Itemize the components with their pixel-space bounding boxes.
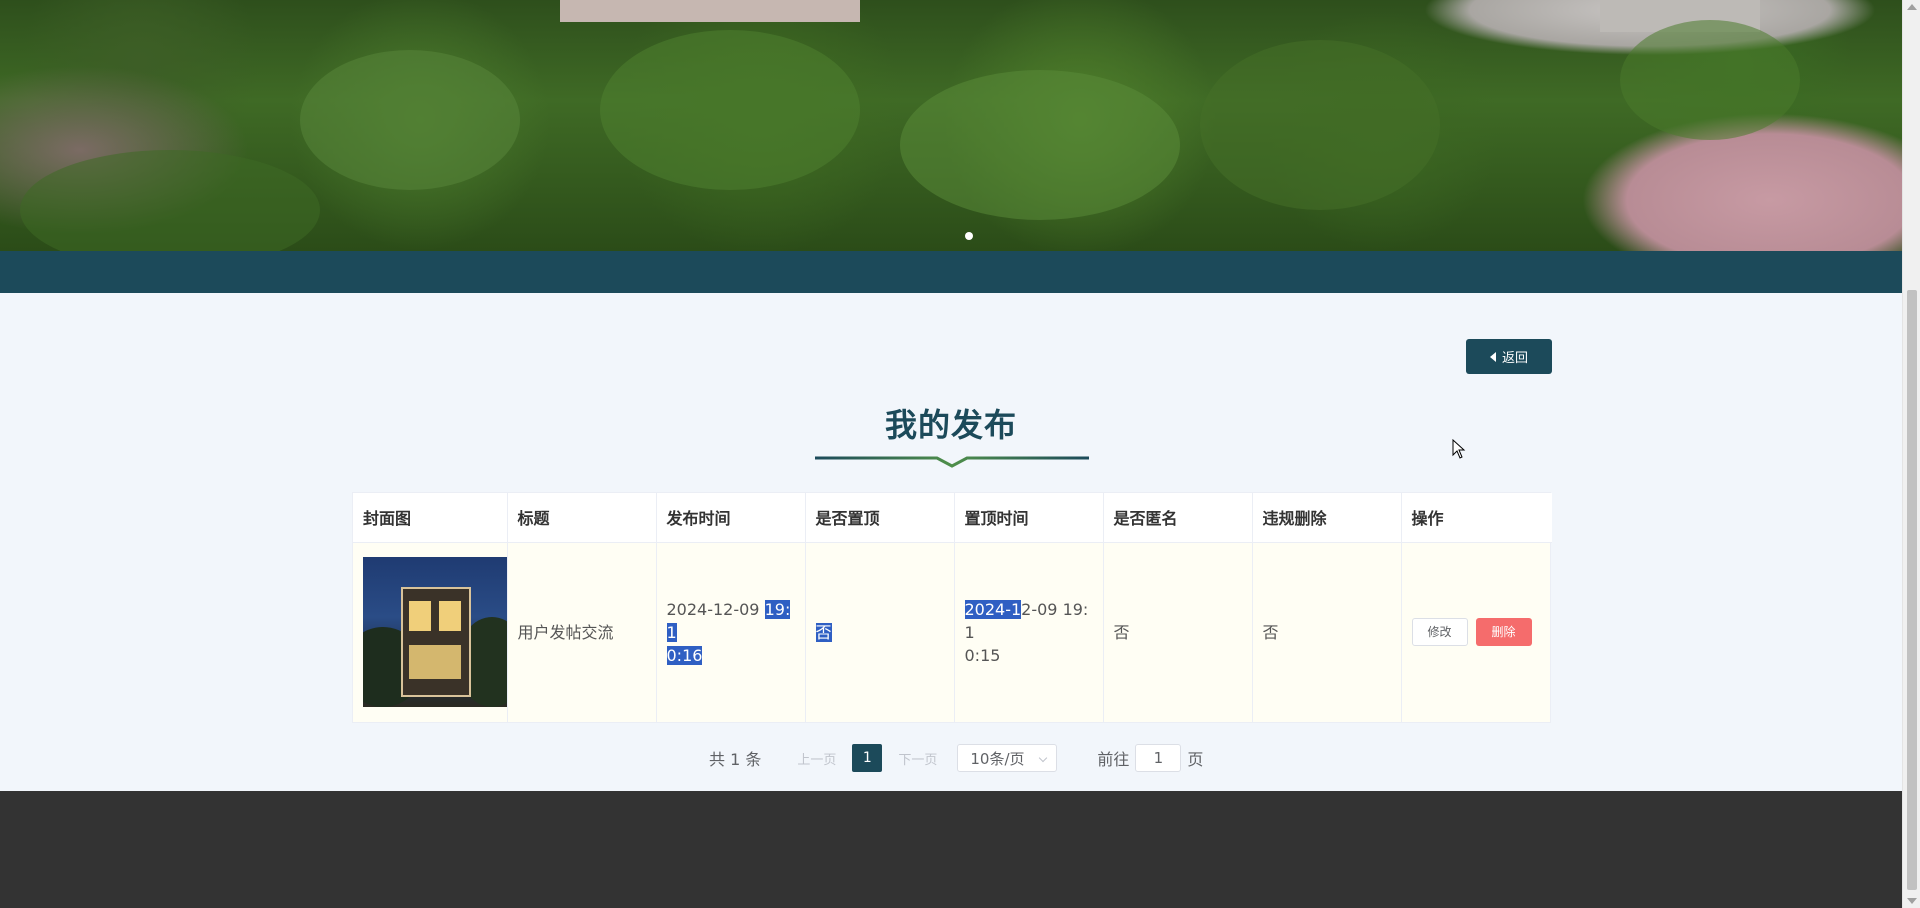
- caret-left-icon: [1489, 351, 1496, 362]
- publish-time: 2024-12-09 19:1 0:16: [656, 542, 806, 722]
- pagination: 共 1 条 上一页 1 下一页 10条/页 前往 页: [709, 744, 1203, 772]
- edit-button[interactable]: 修改: [1411, 618, 1468, 647]
- page-scrollbar[interactable]: [1902, 0, 1920, 908]
- back-button-label: 返回: [1501, 351, 1528, 366]
- scroll-up-icon[interactable]: [1907, 4, 1917, 10]
- column-header: 是否置顶: [805, 493, 955, 543]
- delete-button[interactable]: 删除: [1475, 618, 1532, 647]
- scroll-thumb[interactable]: [1907, 290, 1917, 890]
- title-underline: [815, 456, 1089, 468]
- pin-time-part: 2024-1: [964, 599, 1022, 619]
- scroll-down-icon[interactable]: [1907, 898, 1917, 904]
- cover-image[interactable]: [363, 557, 507, 708]
- page-suffix: 页: [1187, 750, 1204, 769]
- mouse-cursor-icon: [1452, 439, 1466, 459]
- goto-page-input[interactable]: [1135, 744, 1182, 772]
- back-button[interactable]: 返回: [1466, 339, 1552, 374]
- page-size-select[interactable]: 10条/页: [957, 744, 1058, 772]
- cover-window: [439, 601, 461, 632]
- column-header: 标题: [507, 493, 657, 543]
- page-size-value: 10条/页: [970, 749, 1025, 768]
- column-header: 违规删除: [1252, 493, 1402, 543]
- column-header: 操作: [1401, 493, 1552, 543]
- publish-time-part: 2024-12-09: [666, 599, 765, 619]
- cover-window: [409, 645, 461, 680]
- column-header: 置顶时间: [954, 493, 1104, 543]
- page-number-current[interactable]: 1: [852, 744, 883, 772]
- banner-tree: [1200, 40, 1440, 210]
- pin-time-part: 0:15: [964, 645, 1001, 665]
- banner-road: [560, 0, 860, 22]
- carousel-dot[interactable]: [965, 232, 973, 240]
- nav-band: [0, 251, 1902, 293]
- prev-page-button[interactable]: 上一页: [797, 749, 836, 768]
- violation-deleted-value: 否: [1252, 542, 1402, 722]
- row-actions: 修改 删除: [1401, 542, 1552, 722]
- column-header: 封面图: [353, 493, 508, 543]
- banner-tree: [600, 30, 860, 190]
- pinned-text: 否: [815, 622, 832, 642]
- banner-tree: [1620, 20, 1800, 140]
- chevron-down-icon: [1039, 753, 1048, 763]
- page-title: 我的发布: [884, 406, 1017, 444]
- table-row: 用户发帖交流 2024-12-09 19:1 0:16 否 2024-12-09 …: [353, 542, 1552, 722]
- footer: [0, 791, 1902, 908]
- banner-tree: [900, 70, 1180, 220]
- banner-tree: [20, 150, 320, 251]
- table-header-row: 封面图 标题 发布时间 是否置顶 置顶时间 是否匿名 违规删除 操作: [353, 493, 1552, 543]
- post-title: 用户发帖交流: [507, 542, 657, 722]
- cover-window: [409, 601, 431, 632]
- pin-time: 2024-12-09 19:1 0:15: [954, 542, 1104, 722]
- column-header: 发布时间: [656, 493, 806, 543]
- banner-carousel: [0, 0, 1902, 251]
- anonymous-value: 否: [1103, 542, 1253, 722]
- column-header: 是否匿名: [1103, 493, 1253, 543]
- next-page-button[interactable]: 下一页: [898, 749, 937, 768]
- publish-time-part: 0:16: [666, 645, 703, 665]
- banner-tree: [300, 50, 520, 190]
- pagination-total: 共 1 条: [709, 750, 762, 769]
- posts-table: 封面图 标题 发布时间 是否置顶 置顶时间 是否匿名 违规删除 操作 用户发帖交…: [352, 492, 1552, 723]
- pinned-value: 否: [805, 542, 955, 722]
- goto-label: 前往: [1097, 750, 1130, 769]
